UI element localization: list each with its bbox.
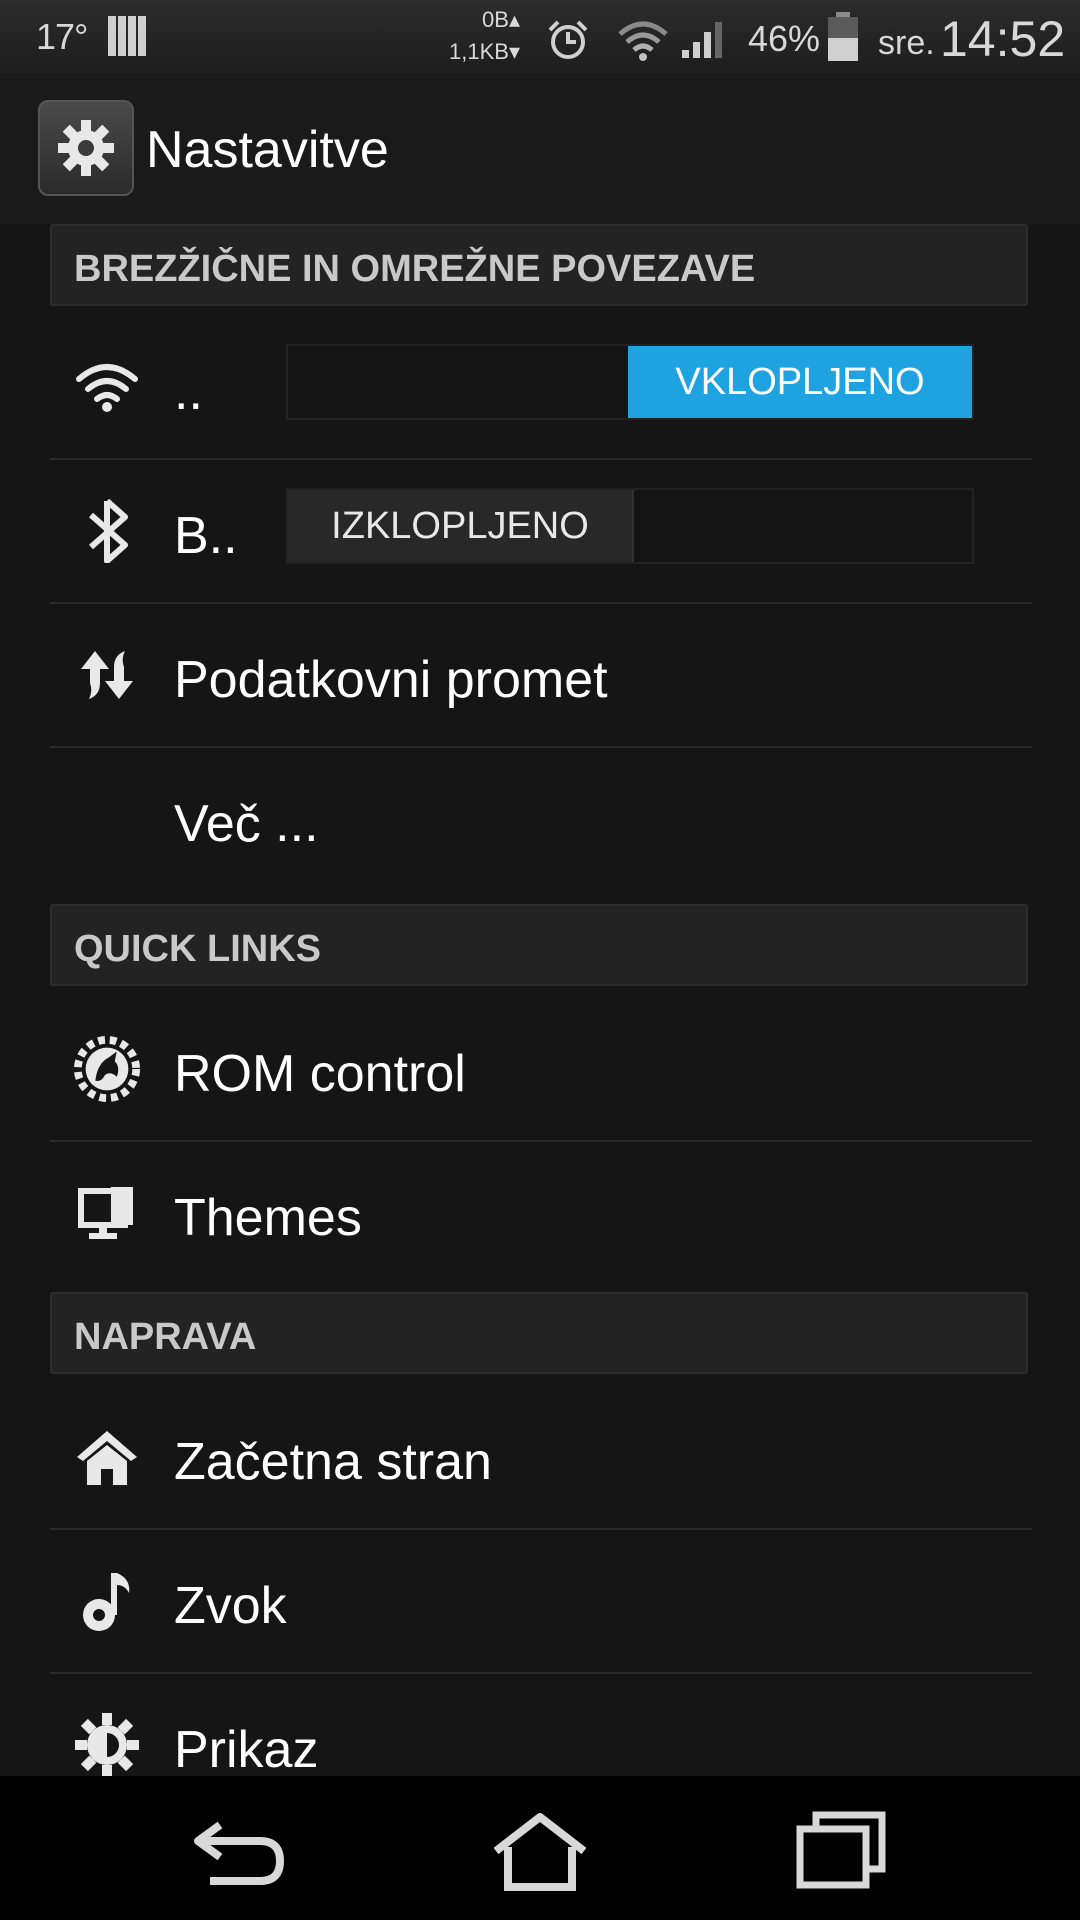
bluetooth-icon bbox=[72, 496, 142, 566]
back-button[interactable] bbox=[180, 1806, 300, 1896]
more-label: Več ... bbox=[174, 795, 319, 853]
traffic-down: 1,1KB▾ bbox=[449, 39, 520, 64]
status-bar: 17° 0B▴ 1,1KB▾ 46% sre. 14:52 bbox=[0, 0, 1080, 74]
recent-apps-icon bbox=[796, 1811, 886, 1889]
wifi-toggle[interactable]: VKLOPLJENO bbox=[286, 344, 974, 420]
section-title: BREZŽIČNE IN OMREŽNE POVEZAVE bbox=[74, 248, 756, 290]
music-note-icon bbox=[72, 1566, 142, 1636]
bluetooth-row[interactable]: B.. IZKLOPLJENO bbox=[50, 460, 1032, 604]
more-row[interactable]: Več ... bbox=[50, 748, 1032, 892]
action-bar: Nastavitve bbox=[0, 74, 1080, 224]
battery-icon bbox=[828, 12, 858, 61]
wifi-icon bbox=[618, 21, 668, 61]
sound-label: Zvok bbox=[174, 1577, 287, 1635]
display-label: Prikaz bbox=[174, 1721, 319, 1779]
bluetooth-toggle-thumb: IZKLOPLJENO bbox=[288, 490, 634, 562]
home-icon bbox=[72, 1422, 142, 1492]
settings-gear-icon bbox=[58, 120, 114, 176]
rom-control-row[interactable]: ROM control bbox=[50, 998, 1032, 1142]
section-header-wireless: BREZŽIČNE IN OMREŽNE POVEZAVE bbox=[50, 224, 1028, 306]
sound-row[interactable]: Zvok bbox=[50, 1530, 1032, 1674]
cell-signal-icon bbox=[682, 22, 722, 58]
data-usage-row[interactable]: Podatkovni promet bbox=[50, 604, 1032, 748]
signal-bars-icon bbox=[108, 16, 146, 56]
rom-control-label: ROM control bbox=[174, 1045, 466, 1103]
section-header-device: NAPRAVA bbox=[50, 1292, 1028, 1374]
home-icon bbox=[493, 1813, 587, 1891]
home-row[interactable]: Začetna stran bbox=[50, 1386, 1032, 1530]
section-header-quick-links: QUICK LINKS bbox=[50, 904, 1028, 986]
temperature: 17° bbox=[36, 16, 88, 57]
wifi-row[interactable]: .. VKLOPLJENO bbox=[50, 316, 1032, 460]
home-label: Začetna stran bbox=[174, 1433, 492, 1491]
rom-control-icon bbox=[72, 1034, 142, 1104]
bluetooth-toggle[interactable]: IZKLOPLJENO bbox=[286, 488, 974, 564]
bluetooth-label: B.. bbox=[174, 507, 238, 565]
network-traffic: 0B▴ 1,1KB▾ bbox=[440, 4, 520, 68]
back-icon bbox=[194, 1821, 285, 1885]
themes-label: Themes bbox=[174, 1189, 362, 1247]
alarm-icon bbox=[548, 20, 588, 59]
data-transfer-icon bbox=[72, 640, 142, 710]
navigation-bar bbox=[0, 1776, 1080, 1920]
data-usage-label: Podatkovni promet bbox=[174, 651, 608, 709]
wifi-icon bbox=[72, 352, 142, 422]
section-title: QUICK LINKS bbox=[74, 928, 321, 970]
home-button[interactable] bbox=[480, 1806, 600, 1896]
battery-percent: 46% bbox=[748, 18, 821, 59]
settings-app-icon[interactable] bbox=[38, 100, 134, 196]
clock: 14:52 bbox=[940, 11, 1066, 67]
brightness-icon bbox=[72, 1710, 142, 1780]
wifi-label: .. bbox=[174, 363, 203, 421]
wifi-toggle-thumb: VKLOPLJENO bbox=[628, 346, 972, 418]
themes-row[interactable]: Themes bbox=[50, 1142, 1032, 1286]
traffic-up: 0B▴ bbox=[482, 7, 520, 32]
recent-apps-button[interactable] bbox=[780, 1806, 900, 1896]
page-title: Nastavitve bbox=[146, 121, 389, 179]
themes-icon bbox=[72, 1178, 142, 1248]
day-label: sre. bbox=[878, 24, 935, 62]
section-title: NAPRAVA bbox=[74, 1316, 257, 1358]
